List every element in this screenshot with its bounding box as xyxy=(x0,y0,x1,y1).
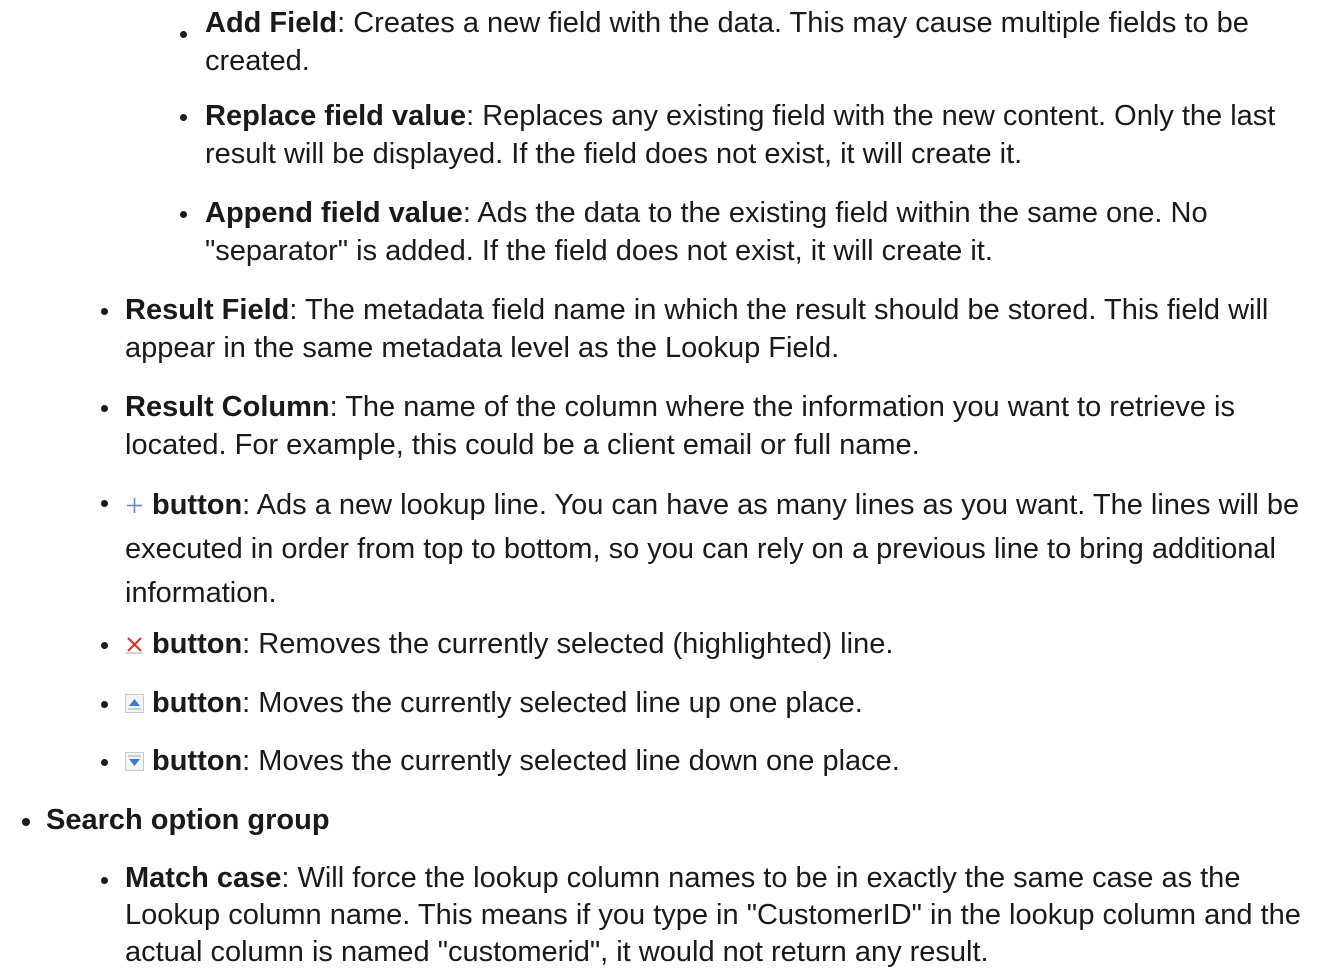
red-x-icon xyxy=(125,635,144,654)
bullet xyxy=(101,642,108,649)
arrow-down-icon xyxy=(125,752,144,771)
desc-match-case: : Will force the lookup column names to … xyxy=(125,862,1301,968)
list-item-down-button: button: Moves the currently selected lin… xyxy=(125,742,1314,780)
list-item-replace-field-value: Replace field value: Replaces any existi… xyxy=(205,97,1314,173)
desc-down-button: : Moves the currently selected line down… xyxy=(242,745,900,777)
desc-result-field: : The metadata field name in which the r… xyxy=(125,294,1269,364)
list-item-add-button: button: Ads a new lookup line. You can h… xyxy=(125,483,1314,615)
list-item-match-case: Match case: Will force the lookup column… xyxy=(125,860,1314,971)
list-item-result-column: Result Column: The name of the column wh… xyxy=(125,388,1314,464)
desc-up-button: : Moves the currently selected line up o… xyxy=(242,687,863,719)
desc-add-field: : Creates a new field with the data. Thi… xyxy=(205,7,1249,77)
arrow-up-icon xyxy=(125,694,144,713)
bullet xyxy=(101,405,108,412)
bullet xyxy=(22,818,30,826)
plus-icon xyxy=(125,496,144,515)
term-add-field: Add Field xyxy=(205,7,338,39)
list-item-add-field: Add Field: Creates a new field with the … xyxy=(205,4,1314,80)
term-up-button: button xyxy=(152,687,243,719)
bullet xyxy=(180,31,187,38)
bullet xyxy=(180,211,187,218)
list-item-remove-button: button: Removes the currently selected (… xyxy=(125,625,1314,663)
bullet xyxy=(180,114,187,121)
term-replace-field-value: Replace field value xyxy=(205,100,467,132)
term-result-column: Result Column xyxy=(125,391,330,423)
list-item-append-field-value: Append field value: Ads the data to the … xyxy=(205,194,1314,270)
term-search-option-group: Search option group xyxy=(46,804,330,836)
term-down-button: button xyxy=(152,745,243,777)
bullet xyxy=(101,759,108,766)
term-append-field-value: Append field value xyxy=(205,197,463,229)
bullet xyxy=(101,877,108,884)
term-add-button: button xyxy=(152,489,243,521)
bullet xyxy=(101,500,108,507)
list-item-result-field: Result Field: The metadata field name in… xyxy=(125,291,1314,367)
term-remove-button: button xyxy=(152,628,243,660)
term-result-field: Result Field xyxy=(125,294,290,326)
bullet xyxy=(101,701,108,708)
list-item-up-button: button: Moves the currently selected lin… xyxy=(125,684,1314,722)
list-item-search-option-group: Search option group xyxy=(46,801,1314,839)
desc-remove-button: : Removes the currently selected (highli… xyxy=(242,628,894,660)
bullet xyxy=(101,308,108,315)
term-match-case: Match case xyxy=(125,862,282,894)
desc-add-button: : Ads a new lookup line. You can have as… xyxy=(125,489,1300,609)
